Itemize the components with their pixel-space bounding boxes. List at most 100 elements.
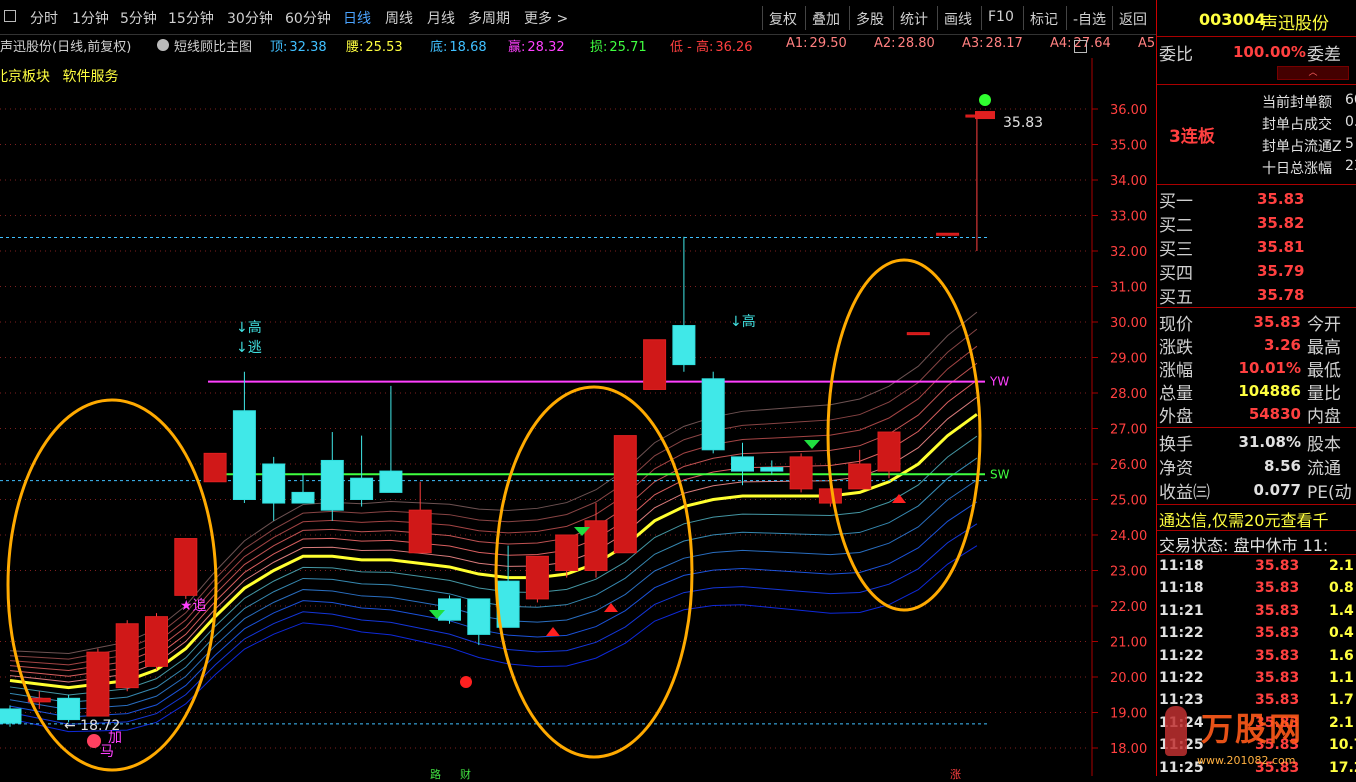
period-tab[interactable]: 多周期: [468, 8, 510, 28]
sell-arrow-marker: [804, 440, 820, 449]
tick-volume: 1.1: [1329, 670, 1354, 686]
bid-price[interactable]: 35.81: [1257, 238, 1304, 256]
quote-label: 外盘: [1159, 407, 1193, 427]
y-tick-label: 31.00: [1110, 281, 1147, 296]
candle-body: [232, 410, 256, 500]
candle-body: [350, 477, 374, 501]
candle-body: [262, 463, 286, 504]
quote-value: 35.83: [1253, 313, 1301, 331]
collapse-icon[interactable]: ︿: [1277, 66, 1349, 80]
info-item-value: 28.80: [897, 36, 935, 51]
period-toolbar: 分时 1分钟 5分钟 15分钟 30分钟 60分钟 日线 周线 月线 多周期 更多 > 复权 叠加 多股…: [0, 0, 1156, 35]
bid-label: 买二: [1159, 216, 1193, 236]
period-tab[interactable]: 60分钟: [285, 8, 331, 28]
buy-arrow-marker: [546, 627, 560, 636]
bid-price[interactable]: 35.83: [1257, 190, 1304, 208]
quote-value: 3.26: [1263, 336, 1301, 354]
tick-price: 35.83: [1255, 580, 1300, 597]
period-tab[interactable]: 30分钟: [227, 8, 273, 28]
tick-price: 35.83: [1255, 558, 1300, 574]
info-item: 赢: 28.32: [508, 36, 565, 55]
quote-value: 104886: [1238, 382, 1301, 400]
toolbar-button[interactable]: F10: [981, 6, 1020, 30]
quote-right-label: 量比: [1307, 384, 1341, 404]
toolbar-button[interactable]: 返回: [1112, 6, 1153, 30]
candle-body: [555, 534, 579, 571]
candle-body: [936, 232, 960, 236]
ad-banner[interactable]: 通达信,仅需20元查看千: [1159, 507, 1328, 531]
fund-right-label: PE(动: [1307, 483, 1352, 503]
chart-settings-icon[interactable]: [1074, 40, 1087, 53]
bid-price[interactable]: 35.79: [1257, 262, 1304, 280]
info-item-label: 顶:: [270, 40, 288, 55]
y-tick-label: 24.00: [1110, 529, 1147, 544]
y-tick-label: 36.00: [1110, 103, 1147, 118]
bid-label: 买五: [1159, 288, 1193, 308]
toolbar-button[interactable]: 复权: [762, 6, 803, 30]
trade-state: 交易状态: 盘中休市 11:: [1159, 536, 1329, 555]
window-menu-icon[interactable]: [4, 10, 16, 22]
toolbar-button[interactable]: 叠加: [805, 6, 846, 30]
toolbar-button[interactable]: 多股: [849, 6, 890, 30]
toolbar-button[interactable]: 画线: [937, 6, 978, 30]
tick-volume: 2.1: [1329, 558, 1354, 574]
toolbar-button[interactable]: 标记: [1023, 6, 1064, 30]
indicator-dropdown-icon[interactable]: [157, 39, 169, 51]
period-tab[interactable]: 5分钟: [120, 8, 157, 28]
quote-right-label: 今开: [1307, 315, 1341, 335]
quote-label: 总量: [1159, 384, 1193, 404]
info-item: 腰: 25.53: [346, 36, 403, 55]
candle-body: [115, 623, 139, 689]
fund-value: 0.077: [1253, 481, 1301, 499]
candle-body: [789, 456, 813, 490]
candle-body: [174, 538, 198, 596]
y-tick-label: 25.00: [1110, 494, 1147, 509]
period-tab[interactable]: 更多 >: [524, 8, 568, 28]
bid-price[interactable]: 35.78: [1257, 286, 1304, 304]
y-tick-label: 28.00: [1110, 387, 1147, 402]
candle-body: [525, 555, 549, 600]
y-tick-label: 21.00: [1110, 636, 1147, 651]
period-tab[interactable]: 分时: [30, 8, 58, 28]
chart-annotation: ↓高: [730, 313, 756, 330]
limit-info-value: 5: [1345, 136, 1354, 152]
stock-name: 声迅股份: [1261, 14, 1329, 34]
period-tab[interactable]: 15分钟: [168, 8, 214, 28]
info-item-value: 25.71: [609, 40, 647, 55]
y-tick-label: 35.00: [1110, 139, 1147, 154]
period-tab[interactable]: 日线: [343, 8, 371, 28]
bid-price[interactable]: 35.82: [1257, 214, 1304, 232]
tick-price: 35.83: [1255, 647, 1300, 664]
info-item: 底: 18.68: [430, 36, 487, 55]
signal-dot-red: [460, 676, 472, 688]
level-label: SW: [990, 467, 1010, 481]
candlestick-chart[interactable]: 36.00 35.00 34.00 33.00 32.00 31.00 30.00 29.00…: [0, 58, 1156, 776]
limit-info-value: 60: [1345, 92, 1356, 108]
candle-body: [818, 488, 842, 504]
period-tab[interactable]: 月线: [427, 8, 455, 28]
y-tick-label: 20.00: [1110, 671, 1147, 686]
candle-body: [57, 697, 81, 721]
chart-annotation: 35.83: [1003, 115, 1043, 131]
candle-body: [291, 491, 315, 504]
period-tab[interactable]: 周线: [385, 8, 413, 28]
y-tick-label: 27.00: [1110, 423, 1147, 438]
quote-label: 涨跌: [1159, 338, 1193, 358]
y-tick-label: 22.00: [1110, 600, 1147, 615]
period-tab[interactable]: 1分钟: [72, 8, 109, 28]
ma-fan-line: [9, 501, 978, 718]
candle-body: [877, 431, 901, 472]
toolbar-button[interactable]: 统计: [893, 6, 934, 30]
info-item-value: 28.17: [985, 36, 1023, 51]
info-item-value: 28.32: [527, 40, 565, 55]
candle-body: [906, 332, 930, 336]
signal-dot-green: [979, 94, 991, 106]
toolbar-button[interactable]: -自选: [1066, 6, 1112, 30]
info-item: A3: 28.17: [962, 36, 1023, 51]
y-tick-label: 33.00: [1110, 210, 1147, 225]
tick-volume: 1.4: [1329, 602, 1354, 619]
candle-body: [760, 467, 784, 472]
fund-label: 换手: [1159, 435, 1193, 455]
indicator-name[interactable]: 短线顾比主图: [174, 36, 252, 55]
quote-right-label: 内盘: [1307, 407, 1341, 427]
